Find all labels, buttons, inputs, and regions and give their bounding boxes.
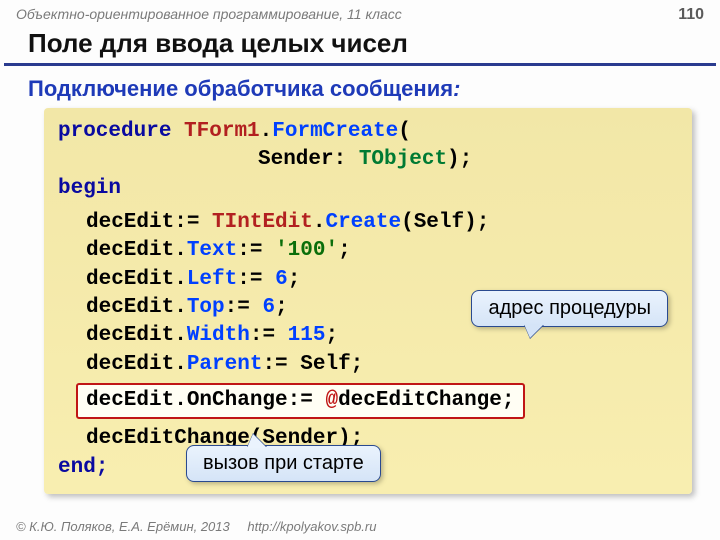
page-number: 110 xyxy=(678,6,704,24)
footer: © К.Ю. Поляков, Е.А. Ерёмин, 2013 http:/… xyxy=(16,519,376,534)
page-title: Поле для ввода целых чисел xyxy=(4,26,716,66)
course-name: Объектно-ориентированное программировани… xyxy=(16,6,402,22)
subtitle: Подключение обработчика сообщения: xyxy=(0,76,720,108)
highlighted-code-line: decEdit.OnChange:= @decEditChange; xyxy=(76,383,525,419)
callout-tail-icon xyxy=(247,434,267,448)
copyright-text: © К.Ю. Поляков, Е.А. Ерёмин, 2013 xyxy=(16,519,230,534)
slide-header: Объектно-ориентированное программировани… xyxy=(0,0,720,26)
callout-startup: вызов при старте xyxy=(186,445,381,482)
callout-address: адрес процедуры xyxy=(471,290,668,327)
footer-url: http://kpolyakov.spb.ru xyxy=(247,519,376,534)
callout-tail-icon xyxy=(524,324,544,338)
